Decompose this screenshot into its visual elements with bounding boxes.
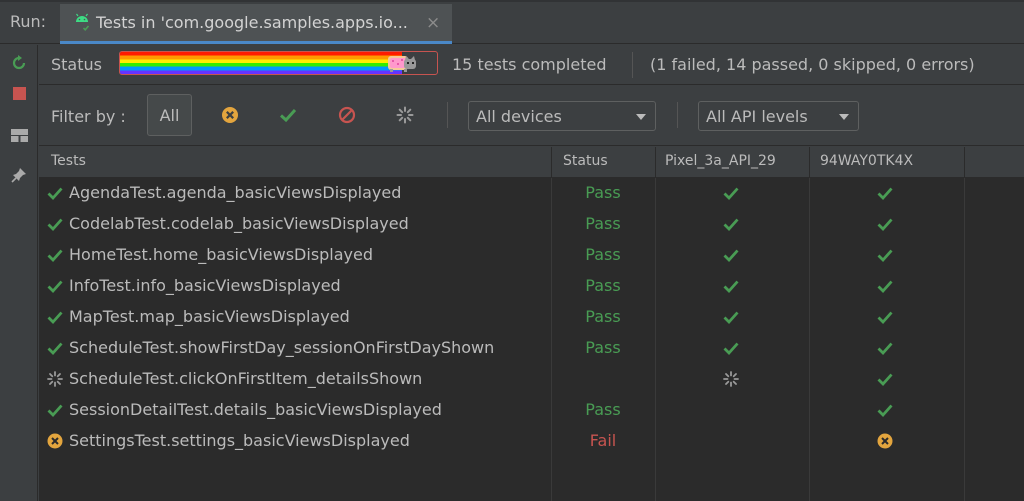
api-levels-select[interactable]: All API levels xyxy=(698,101,859,131)
passed-icon xyxy=(877,185,893,201)
run-toolbar: Run: Tests in 'com.google.samples.apps.i… xyxy=(0,0,1024,44)
passed-icon xyxy=(47,402,63,418)
tests-completed-text: 15 tests completed xyxy=(452,55,607,74)
run-label: Run: xyxy=(10,12,47,31)
pin-icon[interactable] xyxy=(9,165,29,185)
test-name: HomeTest.home_basicViewsDisplayed xyxy=(69,245,374,264)
api-levels-select-value: All API levels xyxy=(706,107,808,126)
passed-icon xyxy=(877,340,893,356)
in-progress-icon xyxy=(723,371,739,387)
status-label: Status xyxy=(51,55,102,74)
passed-icon xyxy=(723,278,739,294)
filter-divider xyxy=(677,102,678,128)
ignored-icon[interactable] xyxy=(338,106,356,124)
status-divider xyxy=(632,52,633,78)
passed-icon xyxy=(723,216,739,232)
column-separator[interactable] xyxy=(655,147,656,178)
test-name: SessionDetailTest.details_basicViewsDisp… xyxy=(69,400,442,419)
table-row[interactable]: MapTest.map_basicViewsDisplayed Pass xyxy=(39,302,1024,333)
tests-summary-text: (1 failed, 14 passed, 0 skipped, 0 error… xyxy=(650,55,975,74)
column-header-device2[interactable]: 94WAY0TK4X xyxy=(820,153,913,169)
in-progress-icon xyxy=(47,371,63,387)
passed-icon xyxy=(47,216,63,232)
test-status: Pass xyxy=(585,183,621,202)
test-name: SettingsTest.settings_basicViewsDisplaye… xyxy=(69,431,410,450)
devices-select-value: All devices xyxy=(476,107,562,126)
table-row[interactable]: HomeTest.home_basicViewsDisplayed Pass xyxy=(39,240,1024,271)
filter-bar: Filter by : All All devices All API leve… xyxy=(39,86,1024,146)
passed-icon xyxy=(47,340,63,356)
failed-icon xyxy=(47,433,63,449)
column-header-status[interactable]: Status xyxy=(563,153,608,169)
passed-icon xyxy=(723,309,739,325)
run-side-toolbar xyxy=(0,45,38,501)
filter-label: Filter by : xyxy=(51,107,126,126)
test-status: Pass xyxy=(585,307,621,326)
test-name: MapTest.map_basicViewsDisplayed xyxy=(69,307,350,326)
passed-icon[interactable] xyxy=(279,106,297,124)
failed-icon[interactable] xyxy=(221,106,239,124)
passed-icon xyxy=(47,247,63,263)
in-progress-icon[interactable] xyxy=(396,106,414,124)
test-progress-bar xyxy=(119,51,438,75)
close-icon[interactable]: × xyxy=(426,13,440,33)
test-status: Pass xyxy=(585,276,621,295)
table-row[interactable]: SettingsTest.settings_basicViewsDisplaye… xyxy=(39,426,1024,457)
passed-icon xyxy=(723,185,739,201)
table-row[interactable]: SessionDetailTest.details_basicViewsDisp… xyxy=(39,395,1024,426)
status-bar: Status 15 tests completed (1 failed, 14 … xyxy=(39,45,1024,85)
passed-icon xyxy=(723,247,739,263)
passed-icon xyxy=(47,185,63,201)
filter-divider xyxy=(447,102,448,128)
table-body: AgendaTest.agenda_basicViewsDisplayed Pas… xyxy=(39,178,1024,457)
passed-icon xyxy=(877,216,893,232)
test-status: Fail xyxy=(589,431,617,450)
chevron-down-icon xyxy=(636,114,646,120)
column-header-tests[interactable]: Tests xyxy=(51,153,86,169)
tab-tests-run[interactable]: Tests in 'com.google.samples.apps.io... … xyxy=(60,4,452,44)
test-name: InfoTest.info_basicViewsDisplayed xyxy=(69,276,341,295)
nyan-cat-icon xyxy=(386,53,418,73)
test-name: CodelabTest.codelab_basicViewsDisplayed xyxy=(69,214,409,233)
table-row[interactable]: AgendaTest.agenda_basicViewsDisplayed Pas… xyxy=(39,178,1024,209)
passed-icon xyxy=(877,309,893,325)
test-status: Pass xyxy=(585,214,621,233)
chevron-down-icon xyxy=(839,114,849,120)
test-name: AgendaTest.agenda_basicViewsDisplayed xyxy=(69,183,402,202)
passed-icon xyxy=(877,278,893,294)
table-row[interactable]: CodelabTest.codelab_basicViewsDisplayed P… xyxy=(39,209,1024,240)
passed-icon xyxy=(47,278,63,294)
passed-icon xyxy=(877,402,893,418)
passed-icon xyxy=(723,340,739,356)
devices-select[interactable]: All devices xyxy=(468,101,656,131)
rerun-icon[interactable] xyxy=(9,53,29,73)
column-header-device1[interactable]: Pixel_3a_API_29 xyxy=(665,153,776,169)
test-status: Pass xyxy=(585,338,621,357)
table-header: Tests Status Pixel_3a_API_29 94WAY0TK4X xyxy=(39,147,1024,178)
table-row[interactable]: InfoTest.info_basicViewsDisplayed Pass xyxy=(39,271,1024,302)
test-name: ScheduleTest.clickOnFirstItem_detailsSho… xyxy=(69,369,423,388)
passed-icon xyxy=(47,309,63,325)
test-results-table: Tests Status Pixel_3a_API_29 94WAY0TK4X … xyxy=(39,147,1024,501)
passed-icon xyxy=(877,371,893,387)
column-separator[interactable] xyxy=(551,147,552,178)
android-icon xyxy=(72,12,92,38)
table-row[interactable]: ScheduleTest.clickOnFirstItem_detailsSho… xyxy=(39,364,1024,395)
stop-icon[interactable] xyxy=(9,83,29,103)
layout-icon[interactable] xyxy=(9,125,29,145)
table-row[interactable]: ScheduleTest.showFirstDay_sessionOnFirst… xyxy=(39,333,1024,364)
test-status: Pass xyxy=(585,400,621,419)
failed-icon xyxy=(877,433,893,449)
progress-fill xyxy=(120,52,402,74)
filter-all-button[interactable]: All xyxy=(147,94,192,136)
test-status: Pass xyxy=(585,245,621,264)
column-separator[interactable] xyxy=(964,147,965,178)
passed-icon xyxy=(877,247,893,263)
run-tab-title: Tests in 'com.google.samples.apps.io... xyxy=(96,13,408,32)
column-separator[interactable] xyxy=(809,147,810,178)
test-name: ScheduleTest.showFirstDay_sessionOnFirst… xyxy=(69,338,495,357)
